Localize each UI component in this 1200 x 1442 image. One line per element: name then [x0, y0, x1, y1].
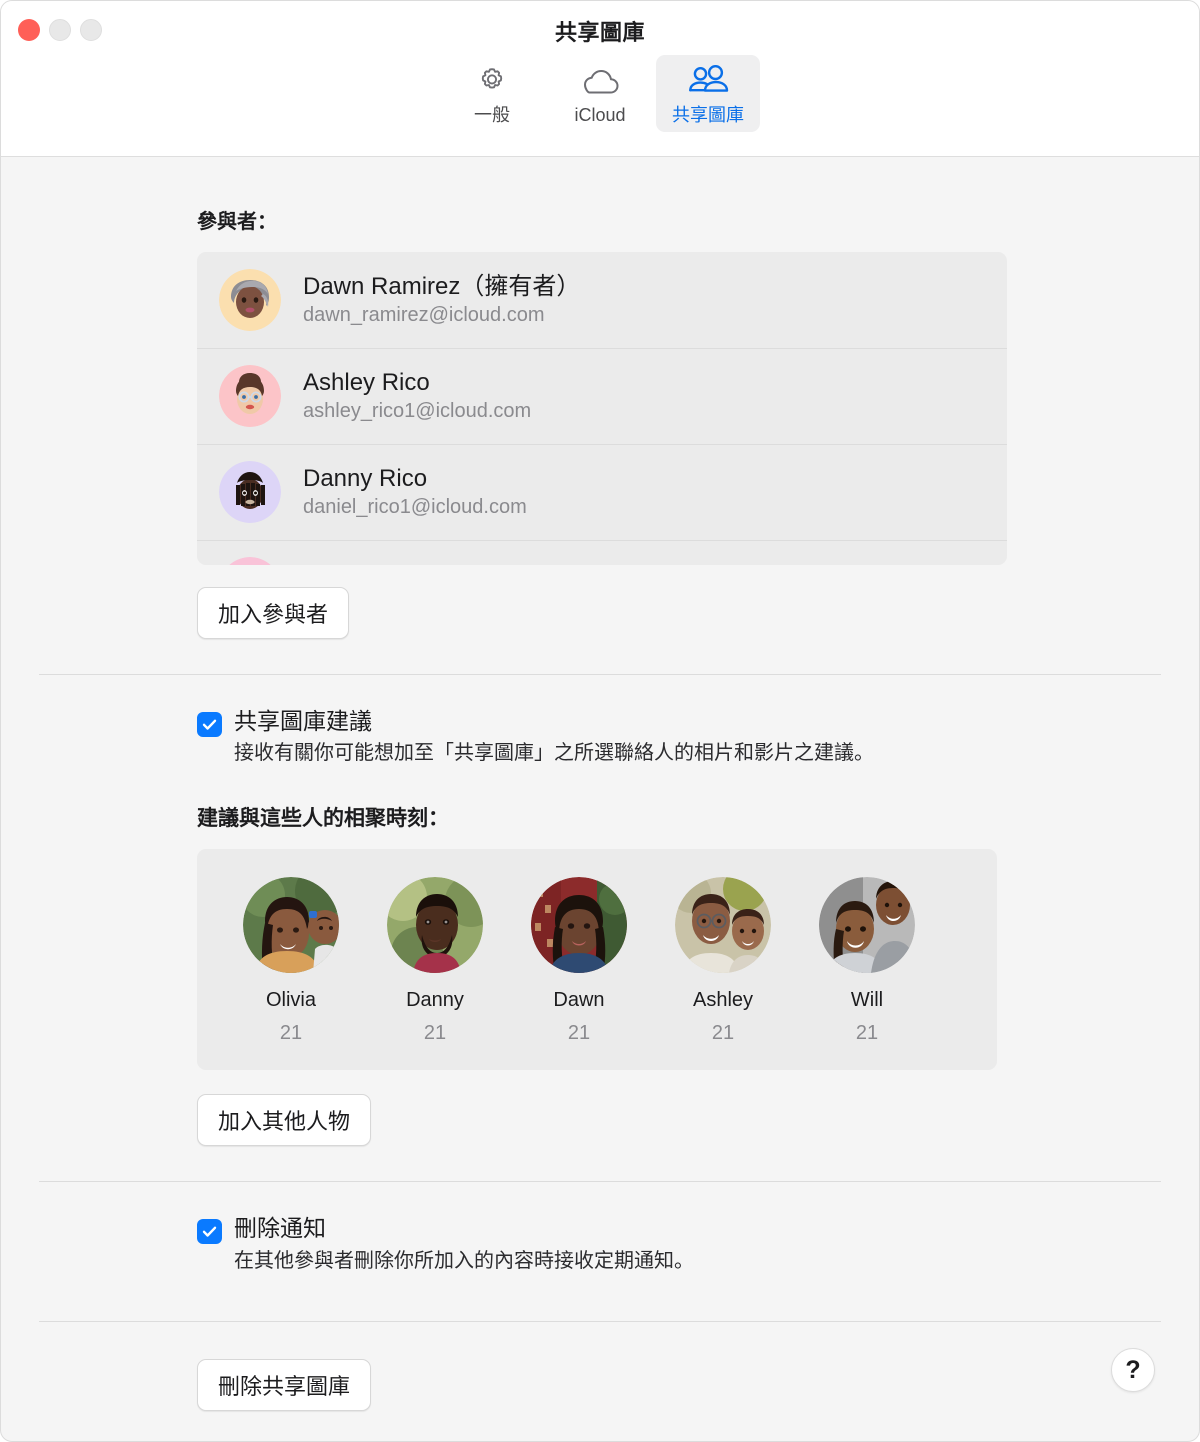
tab-general-label: 一般	[474, 105, 510, 125]
delete-shared-library-button[interactable]: 刪除共享圖庫	[197, 1359, 372, 1411]
person-name: Ashley	[692, 989, 754, 1012]
participant-row-partial[interactable]	[197, 540, 1007, 565]
person-item[interactable]: Dawn 21	[507, 877, 651, 1044]
participant-row[interactable]: Dawn Ramirez（擁有者） dawn_ramirez@icloud.co…	[197, 252, 1007, 348]
delete-notifications-description: 在其他參與者刪除你所加入的內容時接收定期通知。	[234, 1249, 694, 1272]
delete-notifications-title: 刪除通知	[234, 1215, 326, 1242]
shared-library-suggestions-row[interactable]: 共享圖庫建議 接收有關你可能想加至「共享圖庫」之所選聯絡人的相片和影片之建議。	[197, 675, 1161, 766]
participant-info: Dawn Ramirez（擁有者） dawn_ramirez@icloud.co…	[303, 273, 580, 327]
participants-list[interactable]: Dawn Ramirez（擁有者） dawn_ramirez@icloud.co…	[197, 252, 1007, 565]
window-toolbar: 共享圖庫 一般 iCloud 共享圖庫	[1, 1, 1199, 157]
person-count: 21	[711, 1022, 735, 1045]
person-name: Olivia	[265, 989, 316, 1012]
participant-row[interactable]: Ashley Rico ashley_rico1@icloud.com	[197, 348, 1007, 444]
delete-notifications-texts: 刪除通知 在其他參與者刪除你所加入的內容時接收定期通知。	[234, 1215, 694, 1273]
add-other-people-button[interactable]: 加入其他人物	[197, 1094, 372, 1147]
cloud-icon	[578, 62, 622, 102]
memoji-avatar-danny	[219, 461, 281, 523]
person-item[interactable]: Will 21	[795, 877, 939, 1044]
person-photo-dawn	[531, 877, 627, 974]
preferences-content: 參與者： Dawn Ramirez（擁有者） dawn_ramirez@iclo…	[1, 157, 1199, 1441]
add-people-row: 加入其他人物	[197, 1070, 1161, 1147]
person-photo-will	[819, 877, 915, 974]
person-photo-danny	[387, 877, 483, 974]
shared-library-preferences-window: 共享圖庫 一般 iCloud 共享圖庫 參與者： Dawn Ramirez（擁有…	[0, 0, 1200, 1442]
participant-name: Danny Rico	[303, 465, 428, 493]
person-photo-olivia	[243, 877, 339, 974]
participant-info: Danny Rico daniel_rico1@icloud.com	[303, 465, 527, 519]
memoji-avatar-ashley	[219, 365, 281, 427]
person-count: 21	[855, 1022, 879, 1045]
suggestions-texts: 共享圖庫建議 接收有關你可能想加至「共享圖庫」之所選聯絡人的相片和影片之建議。	[234, 708, 874, 766]
gear-icon	[474, 62, 510, 102]
person-item[interactable]: Ashley 21	[651, 877, 795, 1044]
footer-bar: 刪除共享圖庫 ?	[39, 1321, 1161, 1441]
delete-notifications-checkbox[interactable]	[197, 1219, 222, 1245]
participant-name: Ashley Rico	[303, 369, 430, 397]
memoji-avatar-dawn	[219, 269, 281, 331]
person-count: 21	[567, 1022, 591, 1045]
suggested-people-label: 建議與這些人的相聚時刻：	[197, 807, 449, 831]
participant-email: dawn_ramirez@icloud.com	[303, 303, 545, 326]
add-participant-row: 加入參與者	[197, 565, 1161, 639]
person-item[interactable]: Danny 21	[363, 877, 507, 1044]
person-name: Will	[850, 989, 884, 1012]
tab-shared-library-label: 共享圖庫	[672, 105, 744, 125]
footer-inner: 刪除共享圖庫 ?	[39, 1322, 1161, 1411]
person-item[interactable]: Olivia 21	[219, 877, 363, 1044]
people-icon	[685, 62, 731, 102]
delete-library-row: 刪除共享圖庫	[197, 1359, 372, 1411]
window-title: 共享圖庫	[554, 20, 645, 45]
person-name: Danny	[406, 989, 464, 1012]
participant-name: Dawn Ramirez（擁有者）	[303, 273, 581, 301]
tab-shared-library[interactable]: 共享圖庫	[656, 55, 760, 132]
help-button[interactable]: ?	[1111, 1348, 1155, 1392]
participant-email: daniel_rico1@icloud.com	[303, 495, 527, 518]
participants-label: 參與者：	[197, 211, 277, 233]
participant-info: Ashley Rico ashley_rico1@icloud.com	[303, 369, 531, 423]
person-count: 21	[279, 1022, 303, 1045]
suggested-people-grid: Olivia 21 Danny 21 Dawn 21 Ashley 21 Wil…	[197, 849, 997, 1071]
tab-general[interactable]: 一般	[440, 55, 544, 132]
participant-row[interactable]: Danny Rico daniel_rico1@icloud.com	[197, 444, 1007, 540]
person-name: Dawn	[553, 989, 605, 1012]
person-photo-ashley	[675, 877, 771, 974]
person-count: 21	[423, 1022, 447, 1045]
preference-tabs: 一般 iCloud 共享圖庫	[1, 55, 1199, 132]
memoji-avatar-partial	[219, 557, 281, 565]
participant-email: ashley_rico1@icloud.com	[303, 399, 532, 422]
tab-icloud-label: iCloud	[574, 105, 626, 125]
add-participant-button[interactable]: 加入參與者	[197, 587, 350, 639]
tab-icloud[interactable]: iCloud	[548, 55, 652, 132]
suggestions-description: 接收有關你可能想加至「共享圖庫」之所選聯絡人的相片和影片之建議。	[234, 742, 874, 765]
suggestions-checkbox[interactable]	[197, 712, 222, 737]
suggestions-title: 共享圖庫建議	[234, 708, 372, 734]
delete-notifications-row[interactable]: 刪除通知 在其他參與者刪除你所加入的內容時接收定期通知。	[197, 1182, 1161, 1273]
